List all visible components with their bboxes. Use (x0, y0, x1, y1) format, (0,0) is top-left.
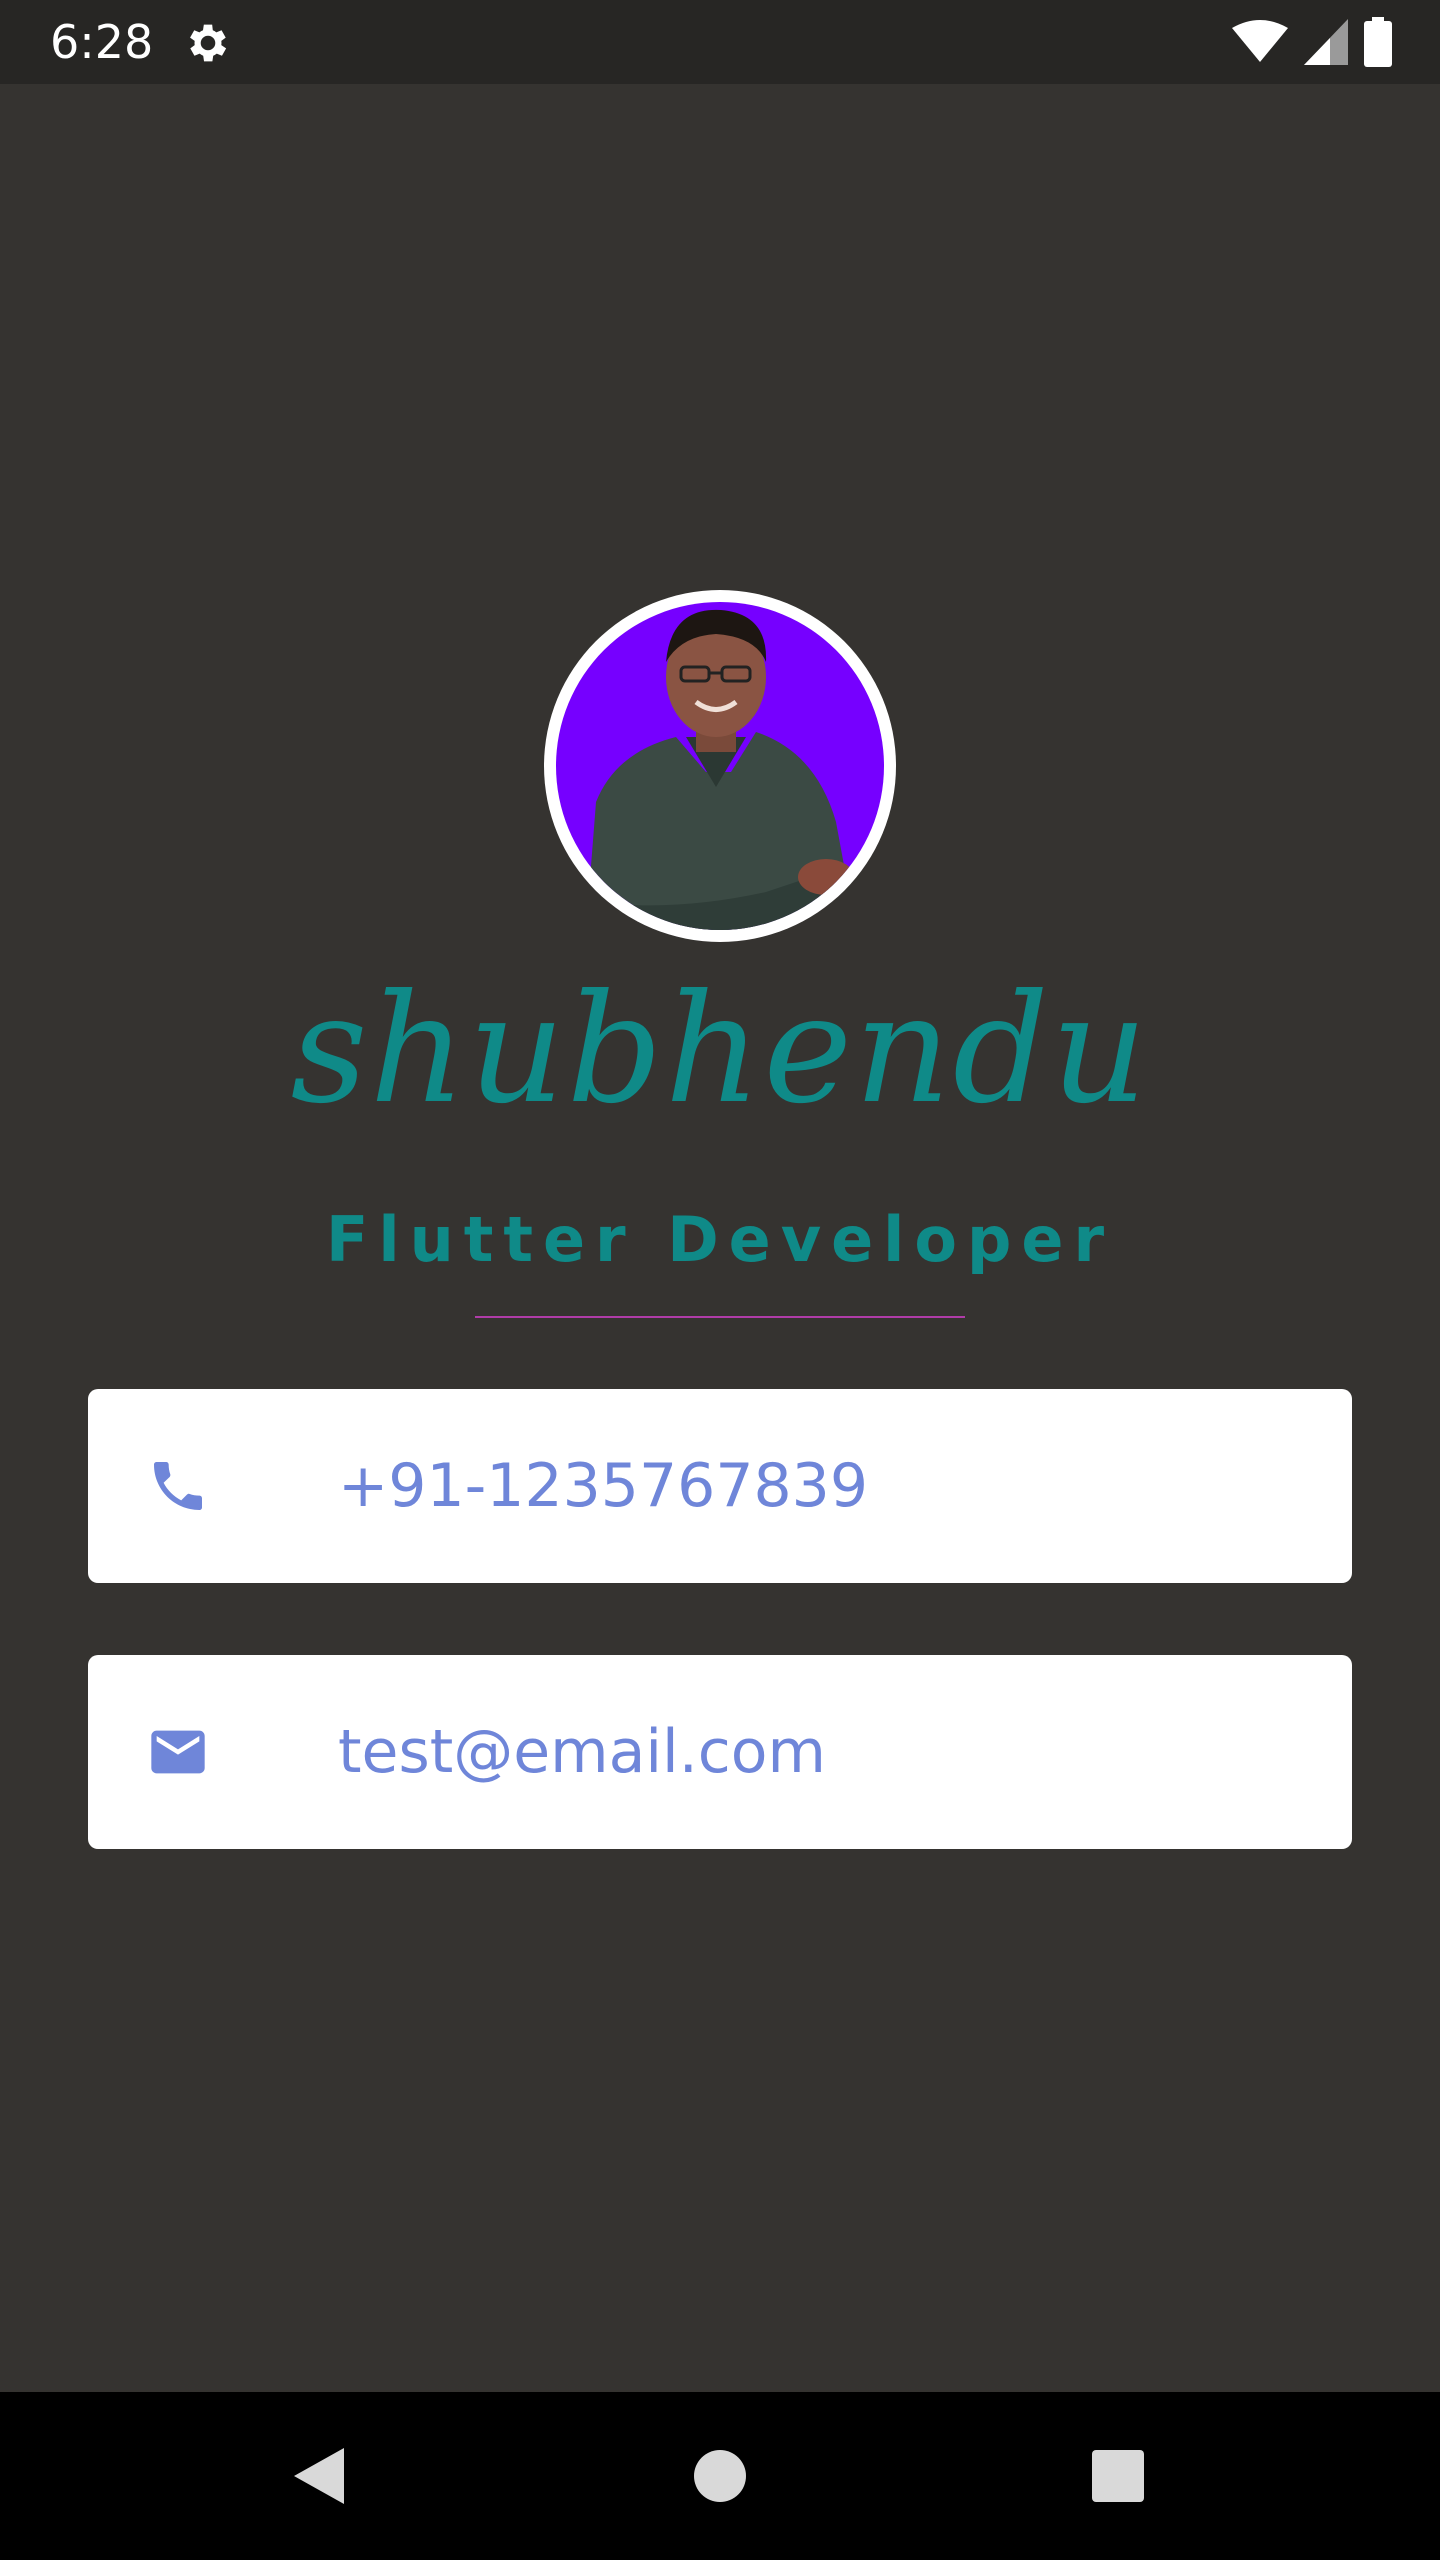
phone-number: +91-1235767839 (338, 1451, 869, 1521)
home-icon[interactable] (684, 2440, 756, 2512)
navigation-bar (0, 2392, 1440, 2560)
phone-card[interactable]: +91-1235767839 (88, 1389, 1352, 1583)
profile-name: shubhendu (290, 963, 1150, 1137)
settings-icon (190, 24, 227, 62)
avatar-photo (556, 602, 884, 930)
divider (475, 1316, 965, 1318)
cellular-signal-icon (1304, 19, 1348, 65)
avatar (544, 590, 896, 942)
profile-title: Flutter Developer (325, 1203, 1115, 1276)
recents-icon[interactable] (1082, 2440, 1154, 2512)
email-card[interactable]: test@email.com (88, 1655, 1352, 1849)
wifi-icon (1232, 20, 1288, 62)
back-icon[interactable] (282, 2440, 354, 2512)
status-icons (1232, 16, 1392, 68)
email-icon (151, 1730, 205, 1774)
status-time: 6:28 (50, 15, 154, 69)
status-bar: 6:28 (0, 0, 1440, 84)
email-address: test@email.com (338, 1717, 826, 1787)
phone-icon (154, 1462, 202, 1510)
battery-icon (1364, 17, 1392, 67)
